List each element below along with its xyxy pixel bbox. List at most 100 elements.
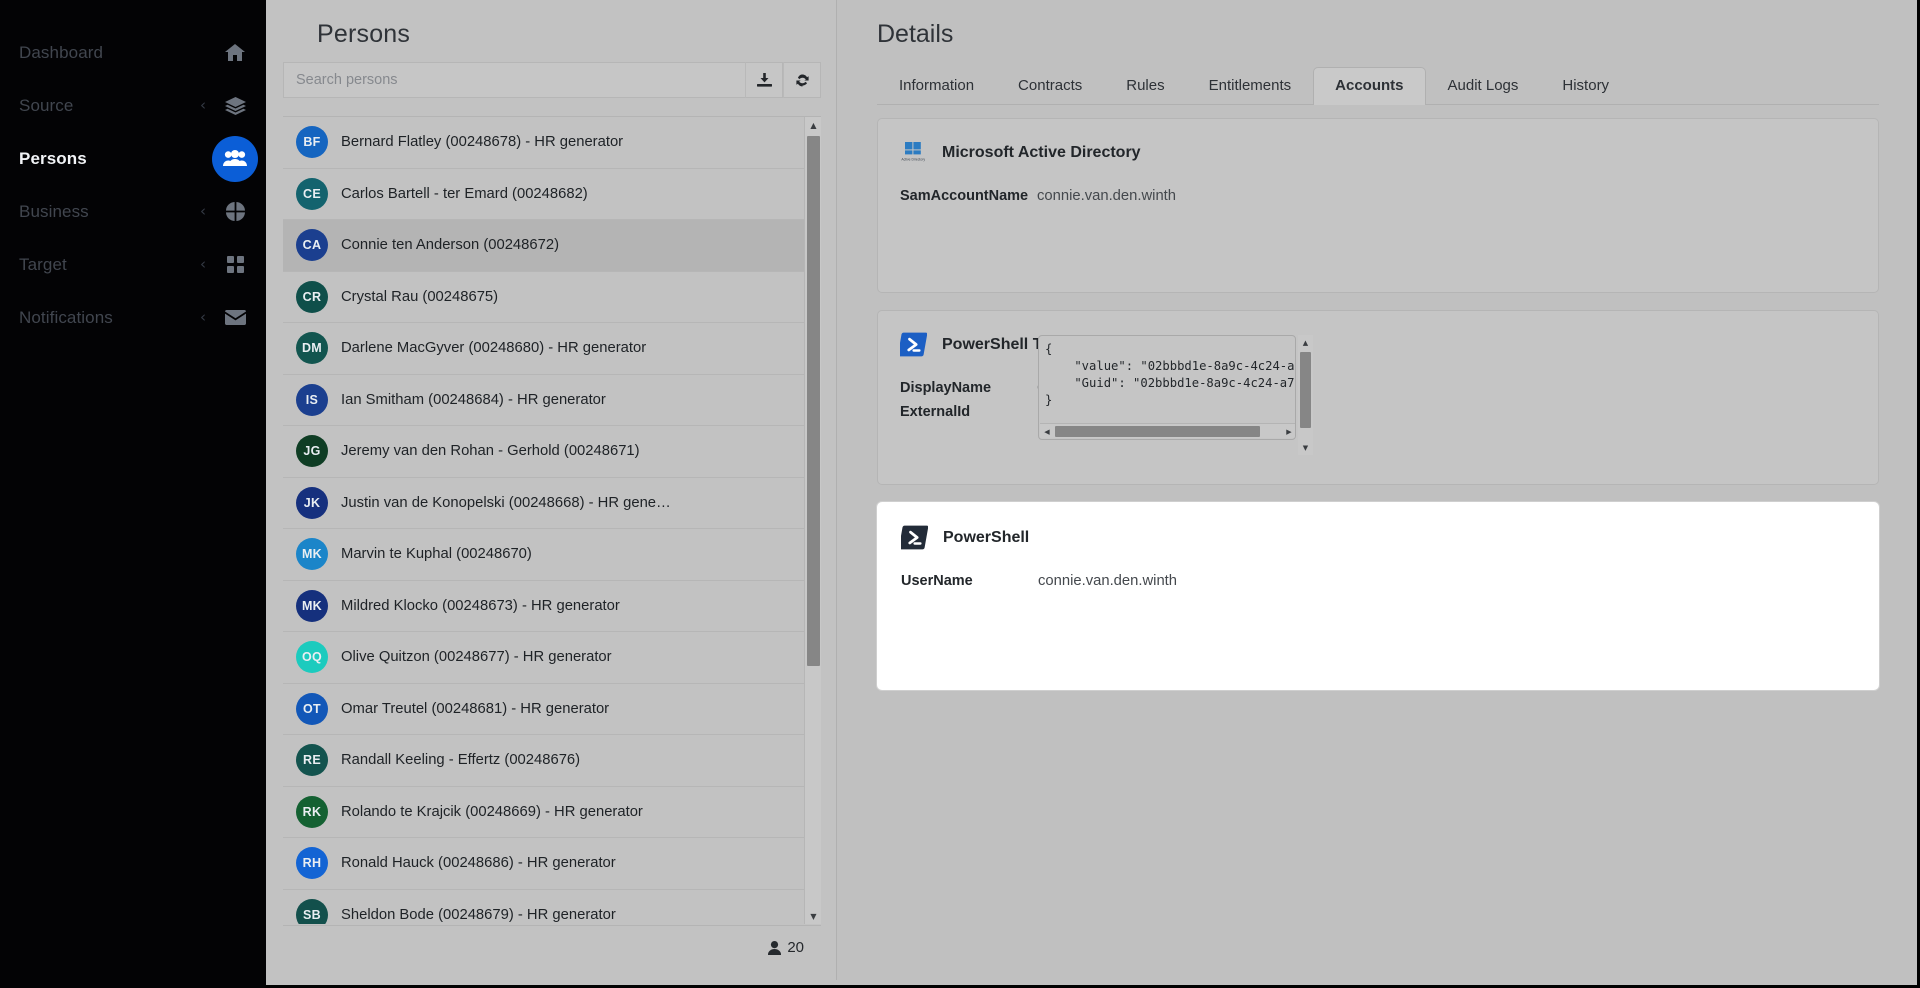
avatar: SB (296, 898, 328, 924)
tab-information[interactable]: Information (877, 67, 996, 104)
sidebar-item-label: Dashboard (19, 42, 104, 62)
person-list-item[interactable]: CE Carlos Bartell - ter Emard (00248682) (283, 169, 804, 220)
tab-contracts[interactable]: Contracts (996, 67, 1104, 104)
person-name: Justin van de Konopelski (00248668) - HR… (341, 494, 671, 511)
pie-chart-icon (222, 199, 248, 225)
avatar: RE (296, 744, 328, 777)
card-header: Active Directory Microsoft Active Direct… (900, 139, 1856, 166)
details-title: Details (877, 20, 954, 48)
persons-list-scrollbar[interactable]: ▲ ▼ (804, 117, 821, 924)
app-root: Dashboard Source ‹ Persons Business ‹ Ta… (0, 0, 1920, 988)
sidebar-item-label: Business (19, 201, 89, 221)
avatar: CA (296, 229, 328, 262)
person-list-item[interactable]: CA Connie ten Anderson (00248672) (283, 220, 804, 272)
json-vertical-scrollbar[interactable]: ▲ ▼ (1298, 335, 1313, 455)
layers-icon (222, 93, 248, 119)
chevron-left-icon[interactable]: ‹ (198, 98, 208, 113)
person-name: Crystal Rau (00248675) (341, 288, 499, 305)
avatar: JK (296, 486, 328, 519)
tab-history[interactable]: History (1540, 67, 1631, 104)
tab-accounts[interactable]: Accounts (1313, 67, 1426, 105)
persons-list[interactable]: BF Bernard Flatley (00248678) - HR genera… (283, 116, 821, 924)
persons-pane: Persons Search persons BF Bernard Flatle… (266, 0, 837, 980)
attribute-key: UserName (901, 573, 973, 589)
person-list-item[interactable]: OT Omar Treutel (00248681) - HR generator (283, 684, 804, 735)
persons-list-viewport: BF Bernard Flatley (00248678) - HR genera… (283, 117, 804, 924)
sidebar-item-persons[interactable]: Persons (0, 132, 266, 185)
person-list-item[interactable]: MK Marvin te Kuphal (00248670) (283, 529, 804, 581)
person-name: Rolando te Krajcik (00248669) - HR gener… (341, 803, 643, 820)
account-card-active-directory[interactable]: Active Directory Microsoft Active Direct… (877, 118, 1879, 293)
search-input[interactable] (283, 62, 745, 98)
powershell-icon (900, 331, 927, 358)
person-list-item[interactable]: RH Ronald Hauck (00248686) - HR generator (283, 838, 804, 890)
scroll-down-arrow-icon[interactable]: ▼ (805, 908, 821, 924)
person-name: Connie ten Anderson (00248672) (341, 237, 560, 254)
scroll-right-arrow-icon[interactable]: ▶ (1282, 424, 1295, 439)
card-title: PowerShell (943, 528, 1030, 546)
person-name: Olive Quitzon (00248677) - HR generator (341, 649, 612, 666)
person-list-item[interactable]: OQ Olive Quitzon (00248677) - HR generato… (283, 632, 804, 684)
refresh-icon (795, 73, 810, 88)
scroll-down-arrow-icon[interactable]: ▼ (1298, 440, 1313, 455)
person-list-item[interactable]: JG Jeremy van den Rohan - Gerhold (002486… (283, 426, 804, 478)
person-list-item[interactable]: BF Bernard Flatley (00248678) - HR genera… (283, 117, 804, 169)
sidebar-item-label: Persons (19, 148, 87, 168)
attribute-value: connie.van.den.winth (1037, 188, 1177, 204)
tab-rules[interactable]: Rules (1104, 67, 1186, 104)
person-list-item[interactable]: RE Randall Keeling - Effertz (00248676) (283, 735, 804, 787)
person-name: Marvin te Kuphal (00248670) (341, 546, 532, 563)
avatar: CE (296, 177, 328, 210)
person-list-item[interactable]: IS Ian Smitham (00248684) - HR generator (283, 375, 804, 426)
json-vscroll-thumb[interactable] (1300, 352, 1311, 428)
avatar: IS (296, 383, 328, 416)
avatar: MK (296, 538, 328, 571)
download-icon (756, 72, 772, 88)
powershell-icon (901, 524, 928, 551)
export-button[interactable] (745, 62, 783, 98)
tab-audit-logs[interactable]: Audit Logs (1426, 67, 1541, 104)
grid-icon (222, 252, 248, 278)
chevron-left-icon[interactable]: ‹ (198, 310, 208, 325)
person-name: Ian Smitham (00248684) - HR generator (341, 391, 606, 408)
external-id-json-box[interactable]: { "value": "02bbbd1e-8a9c-4c24-a734-ba28… (1038, 335, 1296, 440)
sidebar-item-source[interactable]: Source ‹ (0, 79, 266, 132)
external-id-json-widget[interactable]: { "value": "02bbbd1e-8a9c-4c24-a734-ba28… (1038, 335, 1313, 455)
person-list-item[interactable]: RK Rolando te Krajcik (00248669) - HR gen… (283, 787, 804, 838)
person-name: Ronald Hauck (00248686) - HR generator (341, 855, 616, 872)
sidebar-item-target[interactable]: Target ‹ (0, 238, 266, 291)
scroll-left-arrow-icon[interactable]: ◀ (1040, 424, 1054, 439)
person-list-item[interactable]: MK Mildred Klocko (00248673) - HR generat… (283, 581, 804, 632)
person-list-item[interactable]: DM Darlene MacGyver (00248680) - HR gener… (283, 323, 804, 375)
details-tabs: Information Contracts Rules Entitlements… (877, 66, 1879, 105)
attribute-row: SamAccountName connie.van.den.winth (900, 186, 1856, 206)
person-list-item[interactable]: SB Sheldon Bode (00248679) - HR generator (283, 890, 804, 924)
json-hscroll-thumb[interactable] (1055, 426, 1260, 437)
sidebar-item-notifications[interactable]: Notifications ‹ (0, 291, 266, 344)
sidebar-item-label: Target (19, 254, 67, 274)
people-icon (212, 135, 258, 182)
scroll-up-arrow-icon[interactable]: ▲ (1298, 335, 1313, 350)
scroll-up-arrow-icon[interactable]: ▲ (805, 117, 821, 134)
person-list-item[interactable]: JK Justin van de Konopelski (00248668) - … (283, 478, 804, 529)
avatar: RK (296, 795, 328, 828)
scrollbar-thumb[interactable] (807, 136, 820, 666)
person-list-item[interactable]: CR Crystal Rau (00248675) (283, 272, 804, 323)
json-horizontal-scrollbar[interactable]: ◀ ▶ (1040, 423, 1295, 439)
sidebar: Dashboard Source ‹ Persons Business ‹ Ta… (0, 0, 266, 988)
account-card-powershell-target[interactable]: PowerShell Target DisplayName Connie ten… (877, 310, 1879, 485)
attribute-row: UserName connie.van.den.winth (901, 571, 1855, 591)
details-pane: Details Information Contracts Rules Enti… (838, 0, 1917, 980)
sidebar-item-dashboard[interactable]: Dashboard (0, 26, 266, 79)
avatar: CR (296, 280, 328, 313)
person-count: 20 (768, 939, 804, 956)
chevron-left-icon[interactable]: ‹ (198, 204, 208, 219)
avatar: RH (296, 847, 328, 880)
person-name: Randall Keeling - Effertz (00248676) (341, 752, 581, 769)
chevron-left-icon[interactable]: ‹ (198, 257, 208, 272)
tab-entitlements[interactable]: Entitlements (1187, 67, 1314, 104)
refresh-button[interactable] (783, 62, 821, 98)
avatar: JG (296, 435, 328, 468)
sidebar-item-business[interactable]: Business ‹ (0, 185, 266, 238)
account-card-powershell[interactable]: PowerShell UserName connie.van.den.winth (877, 502, 1879, 690)
